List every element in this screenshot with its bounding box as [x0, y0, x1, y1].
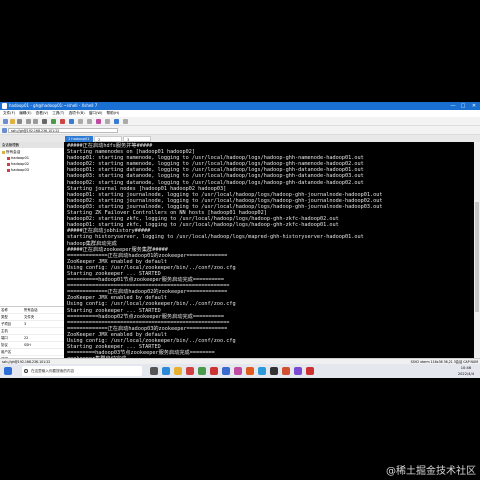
prop-row: 子项目 3: [0, 321, 64, 328]
lock-icon[interactable]: [114, 118, 119, 124]
xftp-icon[interactable]: [69, 118, 74, 124]
search-icon: [24, 369, 28, 373]
address-input[interactable]: ssh://gh@192.168.236.101:22: [8, 127, 118, 133]
session-icon: [7, 168, 10, 172]
terminal-output[interactable]: #####正在启动hdfs服务并等##### Starting namenodes…: [64, 142, 474, 358]
print-icon[interactable]: [51, 118, 56, 124]
settings-icon[interactable]: [87, 118, 92, 124]
new-session-icon[interactable]: [3, 118, 8, 124]
tree-hadoop02[interactable]: hadoop02: [7, 162, 29, 167]
windows-taskbar: 在这里输入你要搜索的内容 10:46 2022/4/4: [0, 364, 480, 378]
menu-tab[interactable]: 选项卡(B): [69, 110, 85, 117]
session-icon: [7, 156, 10, 160]
menu-edit[interactable]: 编辑(E): [19, 110, 31, 117]
session-tabs: 1 hadoop01 2 hadoop01 3 hadoop02: [0, 135, 480, 148]
menu-tools[interactable]: 工具(T): [52, 110, 64, 117]
help-icon[interactable]: [123, 118, 128, 124]
xshell-taskbar-icon[interactable]: [210, 367, 218, 375]
tree-hadoop01[interactable]: hadoop01: [7, 156, 29, 161]
window-title: hadoop01 - gh@hadoop01:~/shell - Xshell …: [9, 103, 98, 108]
app-icon[interactable]: [234, 367, 242, 375]
misc-app-icon[interactable]: [294, 367, 302, 375]
session-properties: 名称所有会话 类型文件夹 子项目3 主机 端口22 协议SSH 用户名 说明: [0, 306, 65, 365]
menu-window[interactable]: 窗口(W): [89, 110, 103, 117]
close-button[interactable]: ✕: [469, 102, 479, 110]
chrome-icon[interactable]: [186, 367, 194, 375]
powerpoint-icon[interactable]: [246, 367, 254, 375]
terminal-scrollbar[interactable]: [474, 142, 480, 358]
menu-view[interactable]: 查看(V): [36, 110, 48, 117]
taskbar-search-input[interactable]: 在这里输入你要搜索的内容: [22, 366, 142, 376]
session-manager-tree: 所有会话 hadoop01 hadoop02 hadoop03: [0, 148, 65, 306]
window-titlebar[interactable]: hadoop01 - gh@hadoop01:~/shell - Xshell …: [0, 102, 480, 110]
taskbar-clock[interactable]: 10:46 2022/4/4: [458, 365, 474, 377]
vscode-icon[interactable]: [258, 367, 266, 375]
minimize-button[interactable]: —: [448, 102, 458, 110]
menu-file[interactable]: 文件(F): [3, 110, 15, 117]
fullscreen-icon[interactable]: [105, 118, 110, 124]
search-icon[interactable]: [42, 118, 47, 124]
idea-icon[interactable]: [282, 367, 290, 375]
menu-help[interactable]: 帮助(H): [107, 110, 120, 117]
edge-icon[interactable]: [162, 367, 170, 375]
prop-row: 名称 所有会话: [0, 307, 64, 314]
transfer-icon[interactable]: [60, 118, 65, 124]
maximize-button[interactable]: □: [458, 102, 468, 110]
prop-row: 协议 SSH: [0, 342, 64, 349]
windows-start-icon[interactable]: [4, 367, 12, 375]
watermark: @稀土掘金技术社区: [386, 466, 476, 477]
paste-icon[interactable]: [33, 118, 38, 124]
wechat-icon[interactable]: [198, 367, 206, 375]
prop-row: 类型 文件夹: [0, 314, 64, 321]
terminal-app-icon[interactable]: [270, 367, 278, 375]
session-icon: [7, 162, 10, 166]
menu-bar: 文件(F) 编辑(E) 查看(V) 工具(T) 选项卡(B) 窗口(W) 帮助(…: [0, 110, 480, 117]
prop-row: 主机: [0, 328, 64, 335]
xshell-app-icon: [2, 103, 7, 109]
address-host-icon: [2, 127, 7, 133]
tree-hadoop03[interactable]: hadoop03: [7, 168, 29, 173]
file-explorer-icon[interactable]: [174, 367, 182, 375]
scrollbar-thumb[interactable]: [475, 202, 479, 312]
font-icon[interactable]: [78, 118, 83, 124]
open-folder-icon[interactable]: [10, 118, 15, 124]
prop-row: 用户名: [0, 349, 64, 356]
word-icon[interactable]: [222, 367, 230, 375]
task-view-icon[interactable]: [150, 367, 158, 375]
record-app-icon[interactable]: [306, 367, 314, 375]
reconnect-icon[interactable]: [17, 118, 22, 124]
address-toolbar: ssh://gh@192.168.236.101:22: [0, 126, 480, 135]
prop-row: 端口 22: [0, 335, 64, 342]
folder-icon: [2, 150, 5, 154]
color-scheme-icon[interactable]: [96, 118, 101, 124]
copy-icon[interactable]: [26, 118, 31, 124]
main-toolbar: [0, 117, 480, 126]
tree-all-sessions[interactable]: 所有会话: [2, 150, 20, 155]
desktop-screen: hadoop01 - gh@hadoop01:~/shell - Xshell …: [0, 102, 480, 378]
